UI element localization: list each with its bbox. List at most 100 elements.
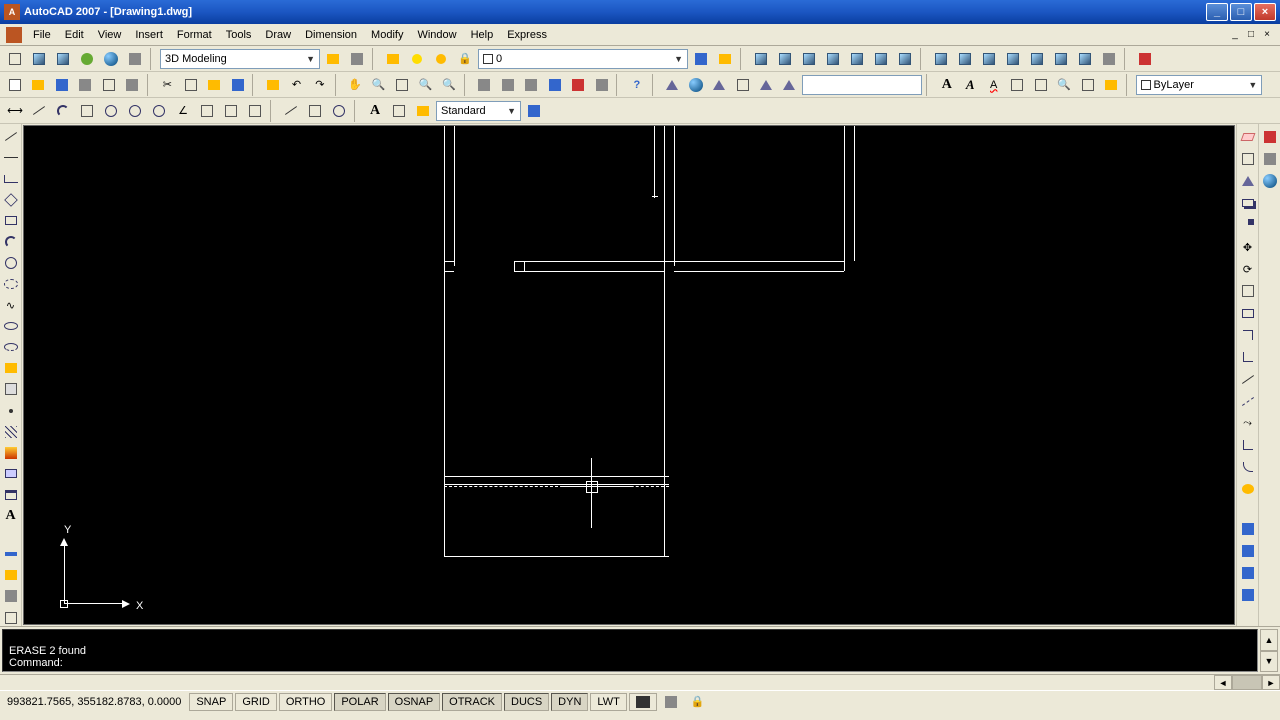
join-icon[interactable]: ⤳: [1239, 414, 1257, 432]
3d-sweep-icon[interactable]: [846, 48, 868, 70]
zoom-extents-icon[interactable]: 🔍: [438, 74, 459, 96]
layer-states-icon[interactable]: [714, 48, 736, 70]
zoom-previous-icon[interactable]: 🔍: [415, 74, 436, 96]
massprops-icon[interactable]: [2, 588, 20, 605]
toolpalettes-icon[interactable]: [521, 74, 542, 96]
layer-previous-icon[interactable]: [690, 48, 712, 70]
menu-dimension[interactable]: Dimension: [298, 27, 364, 43]
draworder-under-icon[interactable]: [1239, 586, 1257, 604]
break-at-point-icon[interactable]: [1239, 370, 1257, 388]
status-lock-icon[interactable]: 🔒: [685, 693, 711, 711]
3d-slice-icon[interactable]: [978, 48, 1000, 70]
menu-edit[interactable]: Edit: [58, 27, 91, 43]
ucs-view-icon[interactable]: [779, 74, 800, 96]
sheetset-icon[interactable]: [544, 74, 565, 96]
menu-view[interactable]: View: [91, 27, 129, 43]
plot-icon[interactable]: [74, 74, 95, 96]
save-icon[interactable]: [51, 74, 72, 96]
3d-revolve-icon[interactable]: [822, 48, 844, 70]
menu-format[interactable]: Format: [170, 27, 219, 43]
redo-icon[interactable]: ↷: [309, 74, 330, 96]
scale-icon[interactable]: [1239, 282, 1257, 300]
arc-icon[interactable]: [2, 233, 20, 250]
dim-edit-icon[interactable]: A: [364, 100, 386, 122]
menu-file[interactable]: File: [26, 27, 58, 43]
ucs-icon[interactable]: [661, 74, 682, 96]
zoom-window-icon[interactable]: [391, 74, 412, 96]
erase-icon[interactable]: [1239, 128, 1257, 146]
3d-flatshot-icon[interactable]: [1026, 48, 1048, 70]
command-text-area[interactable]: ERASE 2 found Command:: [2, 629, 1258, 672]
plot-preview-icon[interactable]: [98, 74, 119, 96]
mtext-icon[interactable]: A: [2, 507, 20, 524]
rotate-icon[interactable]: ⟳: [1239, 260, 1257, 278]
distance-icon[interactable]: [2, 546, 20, 563]
named-ucs-input[interactable]: [802, 75, 922, 95]
menu-tools[interactable]: Tools: [219, 27, 259, 43]
hatch-icon[interactable]: [2, 423, 20, 440]
text-a-icon[interactable]: A: [936, 74, 957, 96]
fillet-icon[interactable]: [1239, 458, 1257, 476]
markup-icon[interactable]: [567, 74, 588, 96]
linetype-select[interactable]: ByLayer ▼: [1136, 75, 1263, 95]
polygon-icon[interactable]: [2, 191, 20, 208]
help-icon[interactable]: ?: [626, 74, 647, 96]
menu-insert[interactable]: Insert: [128, 27, 170, 43]
break-icon[interactable]: [1239, 392, 1257, 410]
justifytext-icon[interactable]: [1030, 74, 1051, 96]
textstyle-icon[interactable]: [1077, 74, 1098, 96]
mdi-restore-button[interactable]: □: [1244, 28, 1258, 42]
status-grid[interactable]: GRID: [235, 693, 277, 711]
paste-icon[interactable]: [203, 74, 224, 96]
dimstyle-select[interactable]: Standard ▼: [436, 101, 521, 121]
zoom-realtime-icon[interactable]: 🔍: [368, 74, 389, 96]
layer-on-icon[interactable]: [406, 48, 428, 70]
stretch-icon[interactable]: [1239, 304, 1257, 322]
ucs-world-icon[interactable]: [685, 74, 706, 96]
undo-icon[interactable]: ↶: [286, 74, 307, 96]
dim-angular-icon[interactable]: ∠: [172, 100, 194, 122]
my-workspace-icon[interactable]: [346, 48, 368, 70]
cut-icon[interactable]: ✂: [157, 74, 178, 96]
draworder-back-icon[interactable]: [1239, 542, 1257, 560]
dim-jogged-icon[interactable]: [124, 100, 146, 122]
mdi-close-button[interactable]: ×: [1260, 28, 1274, 42]
spell-icon[interactable]: A: [983, 74, 1004, 96]
walk-icon[interactable]: [1261, 172, 1279, 190]
layer-select[interactable]: 0 ▼: [478, 49, 688, 69]
3d-loft-icon[interactable]: [870, 48, 892, 70]
close-button[interactable]: ×: [1254, 3, 1276, 21]
workspace-settings-icon[interactable]: [322, 48, 344, 70]
cmd-hscroll-left-button[interactable]: ◄: [1214, 675, 1232, 690]
dim-centermark-icon[interactable]: [328, 100, 350, 122]
copy-icon[interactable]: [180, 74, 201, 96]
view-3dhidden-icon[interactable]: [52, 48, 74, 70]
offset-icon[interactable]: [1239, 194, 1257, 212]
insert-block-icon[interactable]: [2, 360, 20, 377]
status-ducs[interactable]: DUCS: [504, 693, 549, 711]
status-otrack[interactable]: OTRACK: [442, 693, 502, 711]
view-realistic-icon[interactable]: [76, 48, 98, 70]
region-icon[interactable]: [2, 465, 20, 482]
cmd-scroll-down-button[interactable]: ▼: [1260, 651, 1278, 673]
cmd-scroll-up-button[interactable]: ▲: [1260, 629, 1278, 651]
status-ortho[interactable]: ORTHO: [279, 693, 333, 711]
dim-ordinate-icon[interactable]: [76, 100, 98, 122]
menu-help[interactable]: Help: [464, 27, 501, 43]
dim-diameter-icon[interactable]: [148, 100, 170, 122]
dim-baseline-icon[interactable]: [220, 100, 242, 122]
dim-leader-icon[interactable]: [280, 100, 302, 122]
menu-modify[interactable]: Modify: [364, 27, 410, 43]
dim-tedit-icon[interactable]: [388, 100, 410, 122]
point-icon[interactable]: [2, 402, 20, 419]
matchprop-icon[interactable]: [227, 74, 248, 96]
chamfer-icon[interactable]: [1239, 436, 1257, 454]
status-lwt[interactable]: LWT: [590, 693, 626, 711]
status-snap[interactable]: SNAP: [189, 693, 233, 711]
quickcalc-icon[interactable]: [591, 74, 612, 96]
table-icon[interactable]: [2, 486, 20, 503]
trim-icon[interactable]: [1239, 326, 1257, 344]
3d-imprint-icon[interactable]: [1098, 48, 1120, 70]
view-2dwire-icon[interactable]: [4, 48, 26, 70]
visualstyles-manage-icon[interactable]: [124, 48, 146, 70]
